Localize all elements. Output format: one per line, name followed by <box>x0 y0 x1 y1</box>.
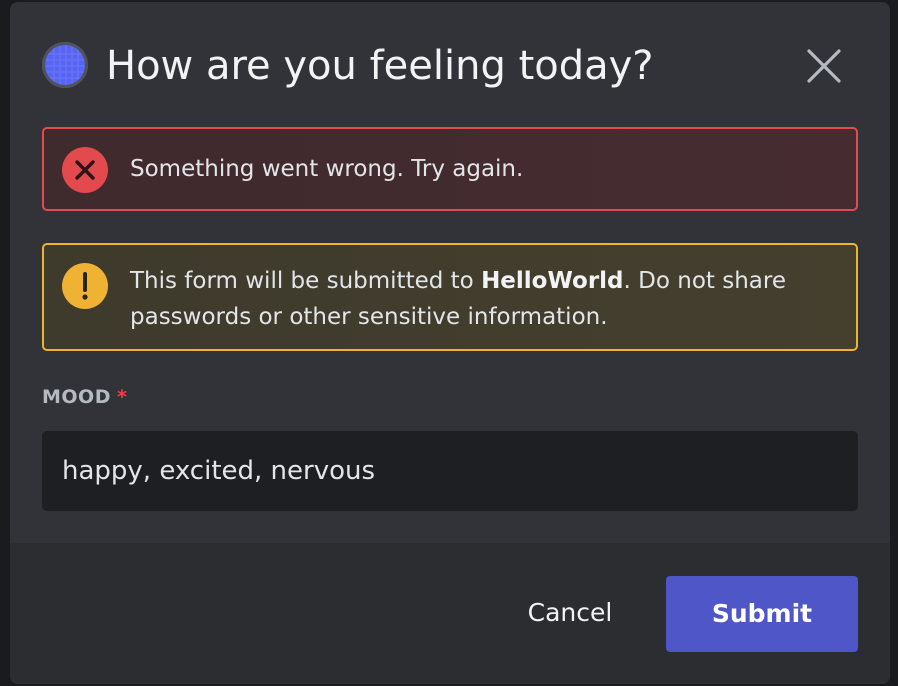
modal-header: How are you feeling today? <box>10 2 890 120</box>
warning-exclamation-icon <box>62 263 108 309</box>
cancel-button[interactable]: Cancel <box>498 577 642 649</box>
close-icon <box>807 49 841 83</box>
error-alert: Something went wrong. Try again. <box>42 127 858 211</box>
mood-input[interactable]: happy, excited, nervous <box>42 431 858 511</box>
mood-label-text: MOOD <box>42 386 111 408</box>
close-button[interactable] <box>804 46 844 86</box>
submit-button[interactable]: Submit <box>666 576 858 652</box>
mood-field-label: MOOD * <box>42 386 127 408</box>
error-x-icon <box>62 147 108 193</box>
warning-text-prefix: This form will be submitted to <box>130 268 482 294</box>
warning-alert: This form will be submitted to HelloWorl… <box>42 243 858 351</box>
app-avatar-icon <box>42 42 88 88</box>
required-marker: * <box>116 386 128 408</box>
modal-dialog: How are you feeling today? Something wen… <box>10 2 890 684</box>
warning-message: This form will be submitted to HelloWorl… <box>130 263 826 335</box>
warning-app-name: HelloWorld <box>481 268 624 294</box>
modal-footer: Cancel Submit <box>10 543 890 684</box>
error-message: Something went wrong. Try again. <box>130 156 524 182</box>
modal-title: How are you feeling today? <box>106 43 654 89</box>
